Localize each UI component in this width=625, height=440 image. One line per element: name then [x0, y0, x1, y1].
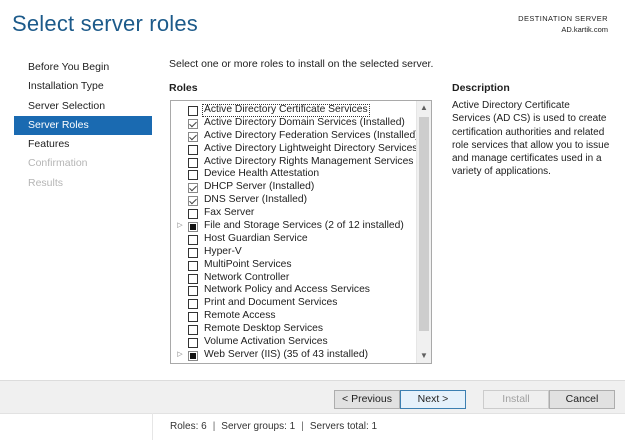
role-item[interactable]: Hyper-V	[171, 246, 416, 259]
previous-button[interactable]: < Previous	[334, 390, 400, 409]
scrollbar-thumb[interactable]	[419, 117, 429, 331]
cancel-button[interactable]: Cancel	[549, 390, 615, 409]
role-item[interactable]: Active Directory Domain Services (Instal…	[171, 117, 416, 130]
role-checkbox[interactable]	[188, 273, 198, 284]
role-item[interactable]: DNS Server (Installed)	[171, 194, 416, 207]
role-item[interactable]: ▷ Web Server (IIS) (35 of 43 installed)	[171, 349, 416, 362]
role-item[interactable]: Fax Server	[171, 207, 416, 220]
roles-rows: Active Directory Certificate Services Act…	[171, 104, 419, 362]
role-checkbox[interactable]	[188, 338, 198, 349]
role-checkbox[interactable]	[188, 350, 198, 361]
destination-server-name: AD.kartik.com	[561, 25, 608, 34]
role-label: Print and Document Services	[204, 297, 338, 309]
role-item[interactable]: Remote Desktop Services	[171, 323, 416, 336]
role-label: Active Directory Rights Management Servi…	[204, 155, 414, 167]
nav-item-features[interactable]: Features	[14, 135, 152, 154]
role-checkbox[interactable]	[188, 196, 198, 207]
role-label: DNS Server (Installed)	[204, 194, 307, 206]
role-item[interactable]: MultiPoint Services	[171, 259, 416, 272]
status-separator: |	[212, 421, 216, 432]
role-item[interactable]: Active Directory Lightweight Directory S…	[171, 142, 418, 156]
role-checkbox[interactable]	[188, 157, 198, 168]
status-roles: Roles: 6	[170, 421, 207, 432]
role-item[interactable]: Network Policy and Access Services	[171, 284, 416, 297]
role-checkbox[interactable]	[188, 222, 198, 233]
role-checkbox[interactable]	[188, 106, 198, 116]
role-label: Device Health Attestation	[204, 168, 320, 180]
nav-item-confirmation: Confirmation	[28, 157, 88, 170]
role-label: Active Directory Certificate Services	[202, 104, 370, 117]
nav-item-installation-type[interactable]: Installation Type	[14, 77, 152, 96]
role-item[interactable]: Volume Activation Services	[171, 336, 416, 349]
role-label: Hyper-V	[204, 245, 242, 257]
role-checkbox[interactable]	[188, 325, 198, 336]
role-checkbox[interactable]	[188, 260, 198, 271]
chevron-up-icon[interactable]: ▲	[417, 101, 431, 115]
role-checkbox[interactable]	[188, 131, 198, 142]
chevron-down-icon[interactable]: ▼	[417, 349, 431, 363]
triangle-right-icon[interactable]: ▷	[176, 349, 184, 362]
role-item[interactable]: Host Guardian Service	[171, 233, 416, 246]
destination-server: DESTINATION SERVER AD.kartik.com	[518, 13, 608, 35]
role-item[interactable]: Print and Document Services	[171, 297, 416, 310]
role-item[interactable]: Active Directory Federation Services (In…	[171, 129, 419, 143]
wizard-nav: Before You Begin Installation Type Server …	[14, 58, 152, 193]
status-divider	[152, 413, 153, 440]
nav-item-results: Results	[28, 176, 64, 189]
role-label: Remote Access	[204, 310, 276, 322]
role-label: Network Policy and Access Services	[204, 284, 370, 296]
role-checkbox[interactable]	[188, 247, 198, 258]
intro-text: Select one or more roles to install on t…	[169, 58, 434, 70]
role-label: Volume Activation Services	[204, 336, 328, 348]
destination-label: DESTINATION SERVER	[518, 14, 608, 23]
next-button[interactable]: Next >	[400, 390, 466, 409]
page-title: Select server roles	[12, 11, 198, 36]
role-label: MultiPoint Services	[204, 258, 292, 270]
role-label: Host Guardian Service	[204, 232, 308, 244]
role-label: Fax Server	[204, 207, 255, 219]
role-checkbox[interactable]	[188, 118, 198, 129]
status-summary: Roles: 6 | Server groups: 1 | Servers total:…	[170, 421, 377, 432]
role-item[interactable]: DHCP Server (Installed)	[171, 181, 416, 194]
role-checkbox[interactable]	[188, 312, 198, 323]
role-label: Active Directory Lightweight Directory S…	[204, 142, 418, 154]
status-servers-total: Servers total: 1	[309, 421, 378, 432]
roles-scrollbar[interactable]: ▲ ▼	[416, 101, 431, 363]
nav-item-server-selection[interactable]: Server Selection	[14, 97, 152, 116]
role-item[interactable]: Remote Access	[171, 310, 416, 323]
role-checkbox[interactable]	[188, 234, 198, 245]
description-heading: Description	[452, 82, 510, 94]
status-separator: |	[301, 421, 304, 432]
roles-heading: Roles	[169, 82, 198, 94]
role-item[interactable]: Active Directory Certificate Services	[171, 104, 416, 117]
role-item[interactable]: Active Directory Rights Management Servi…	[171, 156, 416, 169]
role-label: Remote Desktop Services	[204, 323, 324, 335]
role-checkbox[interactable]	[188, 286, 198, 297]
triangle-right-icon[interactable]: ▷	[176, 220, 184, 233]
role-label: DHCP Server (Installed)	[204, 181, 315, 193]
roles-list[interactable]: Active Directory Certificate Services Act…	[170, 100, 432, 364]
description-text: Active Directory Certificate Services (A…	[452, 100, 610, 178]
role-checkbox[interactable]	[188, 299, 198, 310]
role-label: File and Storage Services (2 of 12 insta…	[204, 220, 404, 232]
role-label: Active Directory Federation Services (In…	[204, 129, 419, 141]
role-checkbox[interactable]	[188, 170, 198, 181]
role-checkbox[interactable]	[188, 183, 198, 194]
role-item[interactable]: Device Health Attestation	[171, 168, 416, 181]
status-server-groups: Server groups: 1	[221, 421, 296, 432]
role-label: Active Directory Domain Services (Instal…	[204, 116, 405, 128]
nav-item-before-you-begin[interactable]: Before You Begin	[14, 58, 152, 77]
role-checkbox[interactable]	[188, 144, 198, 155]
role-item[interactable]: Network Controller	[171, 272, 416, 285]
role-item[interactable]: ▷ File and Storage Services (2 of 12 inst…	[171, 220, 416, 233]
install-button: Install	[483, 390, 549, 409]
role-label: Network Controller	[204, 271, 290, 283]
role-checkbox[interactable]	[188, 209, 198, 220]
nav-item-server-roles[interactable]: Server Roles	[14, 115, 152, 136]
role-label: Web Server (IIS) (35 of 43 installed)	[204, 348, 369, 360]
